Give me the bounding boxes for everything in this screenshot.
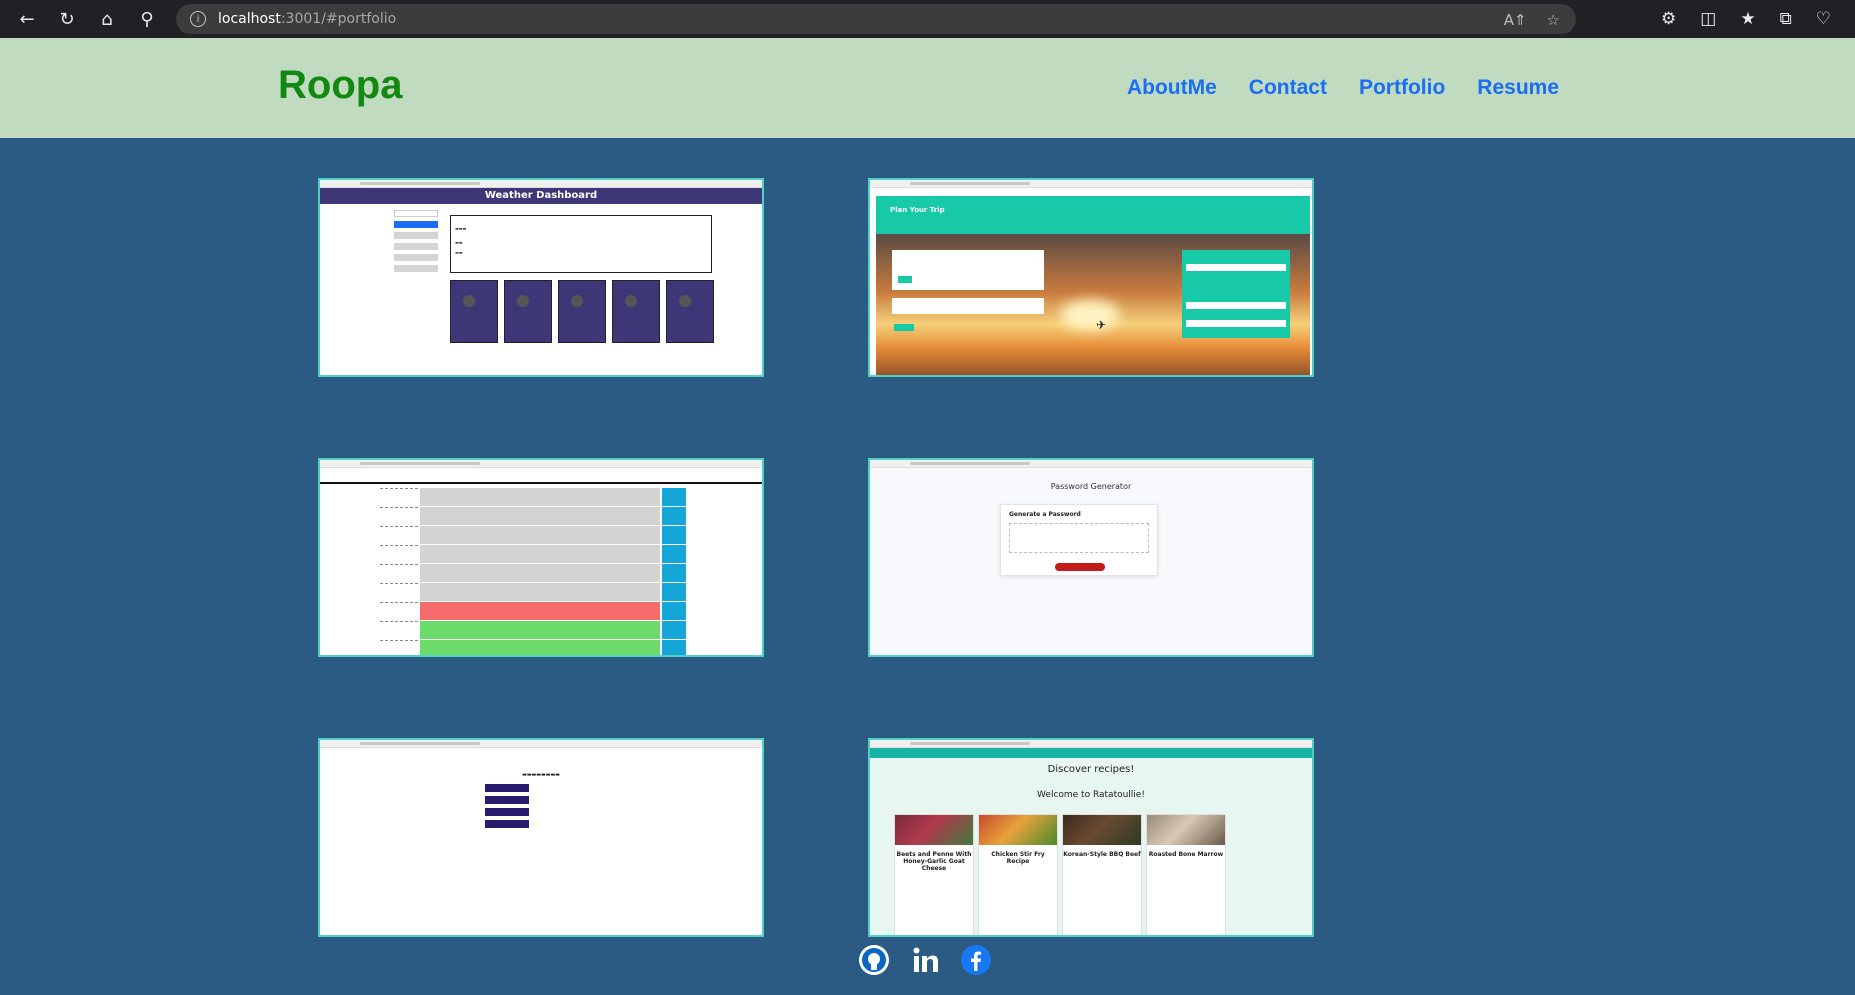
thumb-browser-bar	[870, 740, 1312, 748]
site-header: Roopa AboutMe Contact Portfolio Resume	[0, 38, 1855, 138]
quiz-question: ▬▬▬▬▬▬▬▬	[522, 772, 560, 778]
recipe-title: Roasted Bone Marrow	[1148, 851, 1224, 858]
recipe-card: Korean-Style BBQ Beef	[1062, 814, 1142, 935]
split-screen-icon[interactable]: ◫	[1700, 9, 1716, 29]
weather-current-box: ▬▬▬ ▬▬ ▬▬	[450, 215, 712, 273]
password-title: Password Generator	[1050, 482, 1132, 491]
main-nav: AboutMe Contact Portfolio Resume	[1127, 76, 1559, 100]
recipe-title: Korean-Style BBQ Beef	[1063, 851, 1141, 858]
airplane-icon: ✈	[1096, 318, 1107, 332]
read-aloud-icon[interactable]: A⇑	[1504, 11, 1527, 29]
trip-header: Plan Your Trip	[876, 196, 1310, 234]
nav-about-me[interactable]: AboutMe	[1127, 76, 1217, 100]
linkedin-icon[interactable]	[910, 944, 942, 976]
back-icon[interactable]: ←	[14, 6, 40, 32]
quiz-answer-button	[485, 796, 529, 804]
weather-forecast	[450, 280, 714, 343]
thumb-browser-bar	[320, 180, 762, 188]
brand-logo[interactable]: Roopa	[278, 63, 402, 108]
scheduler-time-blocks	[420, 488, 660, 655]
portfolio-card-trip[interactable]: Plan Your Trip ✈	[868, 178, 1314, 377]
forecast-card	[612, 280, 660, 343]
refresh-icon[interactable]: ↻	[54, 6, 80, 32]
portfolio-card-quiz[interactable]: ▬▬▬▬▬▬▬▬	[318, 738, 764, 937]
trip-options-box	[892, 298, 1044, 314]
trip-panel-input	[1186, 320, 1286, 327]
password-output	[1009, 523, 1149, 553]
quiz-answer-button	[485, 820, 529, 828]
thumb-browser-bar	[320, 740, 762, 748]
weather-line: ▬▬	[455, 250, 463, 255]
scheduler-save-buttons	[662, 488, 686, 655]
forecast-card	[558, 280, 606, 343]
password-label: Generate a Password	[1009, 511, 1081, 518]
generate-password-button	[1055, 563, 1105, 571]
extensions-icon[interactable]: ⚙	[1661, 9, 1676, 29]
nav-portfolio[interactable]: Portfolio	[1359, 76, 1445, 100]
recipe-card: Roasted Bone Marrow	[1146, 814, 1226, 935]
portfolio-card-weather[interactable]: Weather Dashboard ▬▬▬ ▬▬ ▬▬	[318, 178, 764, 377]
quiz-answer-button	[485, 808, 529, 816]
nav-resume[interactable]: Resume	[1477, 76, 1559, 100]
weather-line: ▬▬▬	[455, 226, 467, 231]
collections-icon[interactable]: ⧉	[1780, 9, 1792, 29]
trip-panel-input	[1186, 264, 1286, 271]
url-path: :3001/#portfolio	[280, 11, 397, 27]
url-host: localhost	[218, 11, 281, 27]
recipe-title: Beets and Penne With Honey-Garlic Goat C…	[896, 851, 972, 872]
thumb-browser-bar	[870, 180, 1312, 188]
search-icon[interactable]: ⚲	[134, 6, 160, 32]
recipe-card: Chicken Stir Fry Recipe	[978, 814, 1058, 935]
password-box: Generate a Password	[1000, 504, 1158, 576]
trip-form-button	[898, 276, 912, 283]
address-bar[interactable]: i localhost :3001/#portfolio A⇑ ☆	[176, 4, 1576, 34]
recipe-card: Beets and Penne With Honey-Garlic Goat C…	[894, 814, 974, 935]
scheduler-divider	[320, 482, 762, 484]
thumb-browser-bar	[320, 460, 762, 468]
weather-line: ▬▬	[455, 240, 463, 245]
forecast-card	[504, 280, 552, 343]
site-info-icon[interactable]: i	[190, 11, 206, 27]
portfolio-card-password[interactable]: Password Generator Generate a Password	[868, 458, 1314, 657]
forecast-card	[450, 280, 498, 343]
github-icon[interactable]	[858, 944, 890, 976]
trip-title: Plan Your Trip	[890, 206, 945, 214]
weather-title: Weather Dashboard	[320, 188, 762, 204]
portfolio-card-scheduler[interactable]	[318, 458, 764, 657]
home-icon[interactable]: ⌂	[94, 6, 120, 32]
quiz-answer-button	[485, 784, 529, 792]
nav-contact[interactable]: Contact	[1249, 76, 1327, 100]
favorite-star-icon[interactable]: ☆	[1547, 11, 1560, 29]
trip-search-button	[894, 324, 914, 331]
trip-panel-input	[1186, 302, 1286, 309]
forecast-card	[666, 280, 714, 343]
trip-form-box	[892, 250, 1044, 290]
performance-icon[interactable]: ♡	[1816, 9, 1831, 29]
facebook-icon[interactable]	[960, 944, 992, 976]
thumb-browser-bar	[870, 460, 1312, 468]
recipe-title: Chicken Stir Fry Recipe	[991, 851, 1045, 865]
sun-glow	[1060, 300, 1120, 330]
weather-search-panel	[394, 210, 438, 276]
browser-toolbar: ← ↻ ⌂ ⚲ i localhost :3001/#portfolio A⇑ …	[0, 0, 1855, 38]
recipes-search-label: Discover recipes!	[1047, 764, 1135, 775]
favorites-icon[interactable]: ★	[1740, 9, 1755, 29]
portfolio-card-recipes[interactable]: Discover recipes! Welcome to Ratatoullie…	[868, 738, 1314, 937]
recipes-welcome: Welcome to Ratatoullie!	[1037, 790, 1145, 800]
recipes-navbar	[870, 748, 1312, 758]
scheduler-hour-labels	[380, 488, 418, 655]
